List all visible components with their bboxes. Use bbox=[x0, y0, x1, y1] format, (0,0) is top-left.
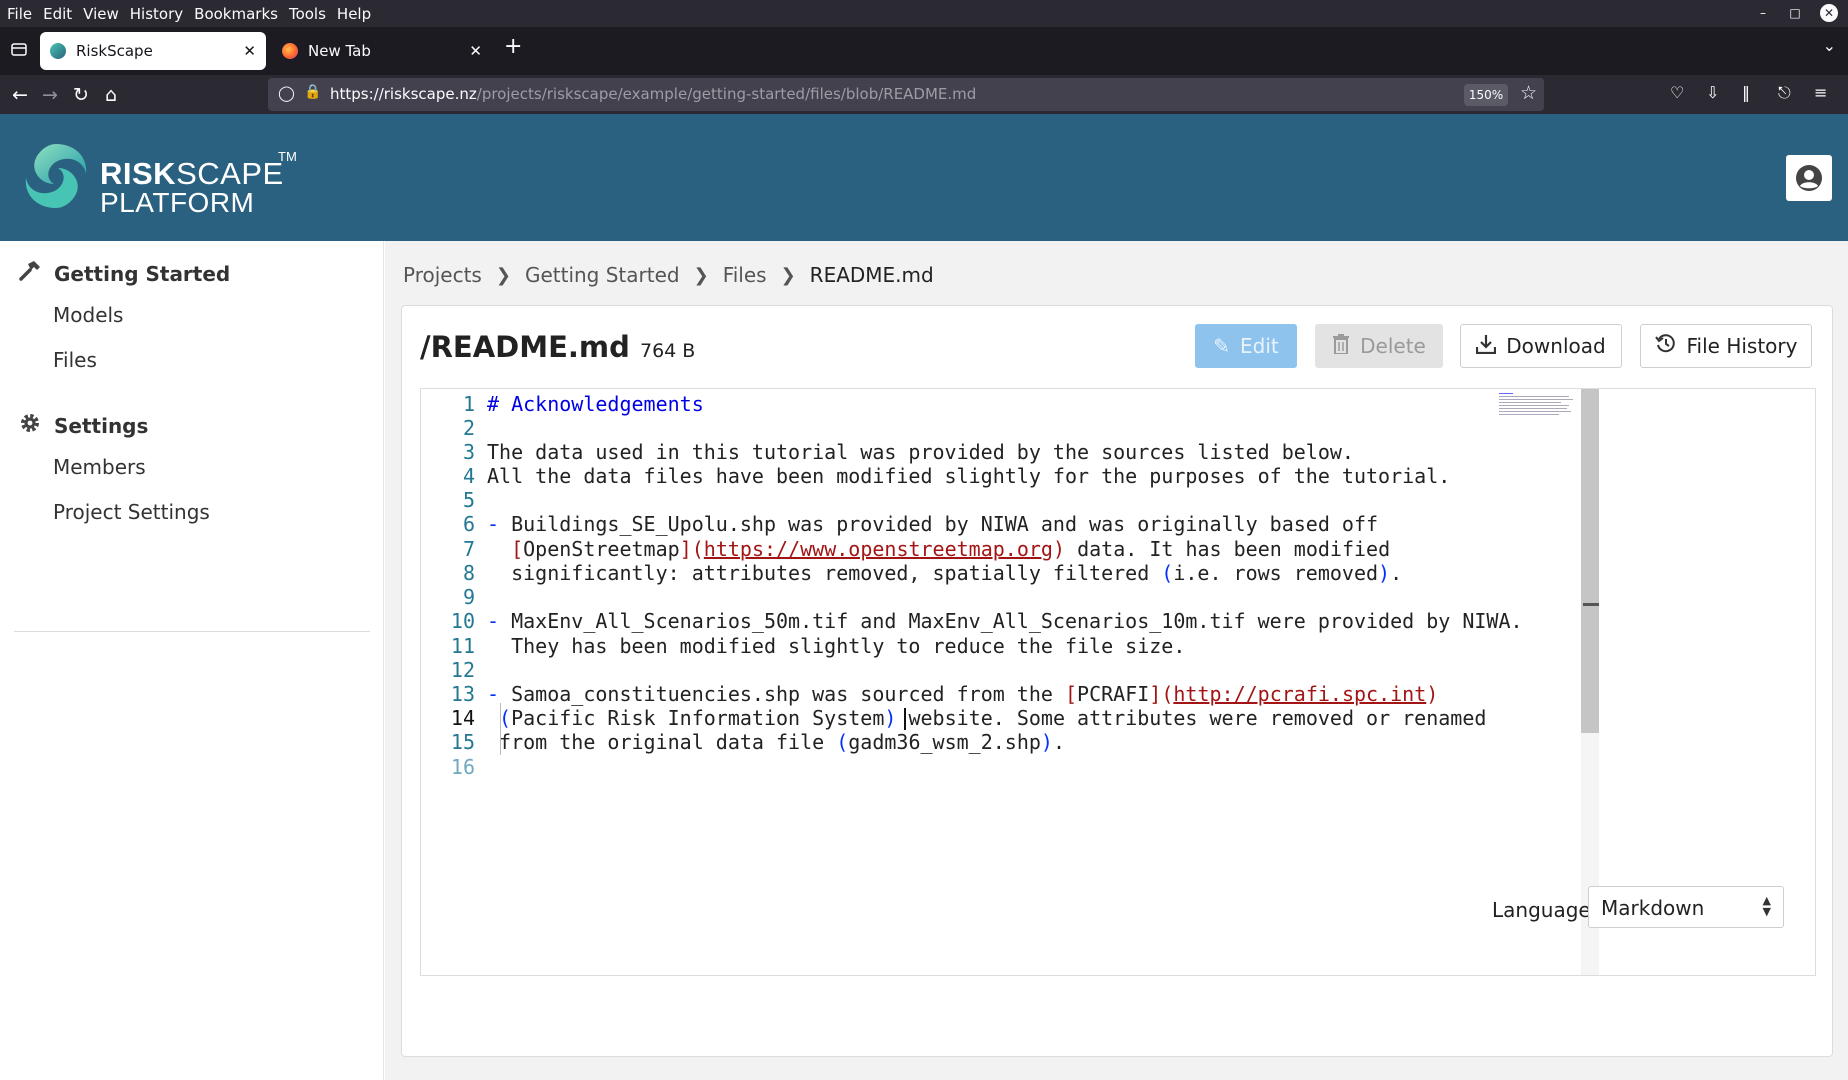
app-menu-icon[interactable]: ≡ bbox=[1814, 83, 1827, 102]
chevron-right-icon: ❯ bbox=[693, 264, 709, 286]
browser-navbar: ← → ↻ ⌂ ◯ 🔒 https://riskscape.nz/project… bbox=[0, 75, 1848, 114]
tab-new-tab[interactable]: New Tab ✕ bbox=[272, 32, 492, 70]
url-text[interactable]: https://riskscape.nz/projects/riskscape/… bbox=[330, 85, 976, 103]
hammer-icon bbox=[18, 259, 44, 289]
file-history-button[interactable]: File History bbox=[1640, 324, 1812, 368]
pencil-icon: ✎ bbox=[1213, 334, 1231, 358]
forward-icon[interactable]: → bbox=[38, 83, 62, 107]
delete-button[interactable]: Delete bbox=[1315, 324, 1443, 368]
extensions-icon[interactable]: ⎋ bbox=[1778, 83, 1791, 103]
file-panel: /README.md 764 B ✎ Edit Delete Download F… bbox=[401, 305, 1833, 1057]
restore-icon[interactable]: □ bbox=[1788, 6, 1802, 20]
tab-list-icon[interactable] bbox=[10, 40, 30, 60]
breadcrumb-files[interactable]: Files bbox=[723, 263, 767, 287]
firefox-favicon-icon bbox=[282, 43, 298, 59]
breadcrumb: Projects ❯ Getting Started ❯ Files ❯ REA… bbox=[403, 263, 934, 287]
riskscape-logo-icon[interactable] bbox=[20, 140, 92, 212]
home-icon[interactable]: ⌂ bbox=[99, 83, 123, 107]
breadcrumb-getting-started[interactable]: Getting Started bbox=[525, 263, 680, 287]
shield-icon[interactable]: ◯ bbox=[278, 84, 295, 102]
editor-minimap[interactable] bbox=[1499, 391, 1575, 417]
menu-tools[interactable]: Tools bbox=[285, 5, 330, 23]
sidebar-item-project-settings[interactable]: Project Settings bbox=[53, 500, 210, 524]
menu-help[interactable]: Help bbox=[333, 5, 375, 23]
edit-button[interactable]: ✎ Edit bbox=[1195, 324, 1297, 368]
menu-edit[interactable]: Edit bbox=[39, 5, 76, 23]
downloads-icon[interactable]: ⇩ bbox=[1706, 83, 1719, 102]
sidebar-item-files[interactable]: Files bbox=[53, 348, 97, 372]
user-account-button[interactable] bbox=[1786, 155, 1832, 201]
menu-view[interactable]: View bbox=[79, 5, 123, 23]
window-controls: – □ ✕ bbox=[1756, 4, 1838, 22]
tab-close-icon[interactable]: ✕ bbox=[243, 42, 256, 60]
lock-icon[interactable]: 🔒 bbox=[304, 84, 321, 100]
library-icon[interactable]: ‖ bbox=[1742, 83, 1750, 102]
file-size: 764 B bbox=[640, 340, 696, 362]
scrollbar-cursor-marker bbox=[1583, 603, 1599, 606]
riskscape-favicon-icon bbox=[50, 43, 66, 59]
file-path-title: /README.md bbox=[420, 330, 630, 364]
history-icon bbox=[1654, 333, 1677, 360]
sidebar-divider bbox=[14, 631, 370, 632]
chevron-right-icon: ❯ bbox=[780, 264, 796, 286]
main-content: Projects ❯ Getting Started ❯ Files ❯ REA… bbox=[385, 241, 1848, 1080]
indent-guide bbox=[500, 703, 501, 755]
brand-wordmark: RISKSCAPE PLATFORM TM bbox=[100, 149, 297, 218]
pocket-icon[interactable]: ♡ bbox=[1670, 83, 1684, 102]
sidebar: Getting Started Models Files Settings Me… bbox=[0, 241, 384, 1080]
gear-icon bbox=[18, 411, 44, 441]
tab-title: RiskScape bbox=[76, 42, 153, 60]
tab-strip: RiskScape ✕ New Tab ✕ bbox=[0, 27, 1848, 75]
breadcrumb-projects[interactable]: Projects bbox=[403, 263, 482, 287]
new-tab-icon[interactable]: + bbox=[504, 34, 522, 59]
menu-bookmarks[interactable]: Bookmarks bbox=[190, 5, 282, 23]
sidebar-item-models[interactable]: Models bbox=[53, 303, 123, 327]
window-close-icon[interactable]: ✕ bbox=[1820, 4, 1838, 22]
sidebar-item-members[interactable]: Members bbox=[53, 455, 146, 479]
sidebar-section-settings[interactable]: Settings bbox=[18, 411, 148, 441]
chevron-down-icon[interactable]: ⌄ bbox=[1823, 36, 1836, 55]
minimize-icon[interactable]: – bbox=[1756, 6, 1770, 20]
language-label: Language bbox=[1492, 898, 1591, 922]
sidebar-section-getting-started[interactable]: Getting Started bbox=[18, 259, 230, 289]
trademark: TM bbox=[278, 149, 297, 164]
menu-history[interactable]: History bbox=[126, 5, 187, 23]
tab-title: New Tab bbox=[308, 42, 371, 60]
back-icon[interactable]: ← bbox=[8, 83, 32, 107]
language-select[interactable]: Markdown ▲ ▼ bbox=[1588, 886, 1784, 928]
breadcrumb-current: README.md bbox=[809, 263, 934, 287]
select-arrows-icon: ▲ ▼ bbox=[1762, 894, 1771, 918]
reload-icon[interactable]: ↻ bbox=[69, 83, 93, 107]
scrollbar-thumb[interactable] bbox=[1581, 389, 1599, 733]
app-header: RISKSCAPE PLATFORM TM bbox=[0, 114, 1848, 241]
menu-file[interactable]: File bbox=[3, 5, 36, 23]
url-bar[interactable]: ◯ 🔒 https://riskscape.nz/projects/risksc… bbox=[268, 78, 1544, 111]
trash-icon bbox=[1332, 333, 1350, 359]
user-icon bbox=[1796, 165, 1822, 191]
chevron-right-icon: ❯ bbox=[495, 264, 511, 286]
download-icon bbox=[1476, 334, 1497, 359]
tab-riskscape[interactable]: RiskScape ✕ bbox=[40, 32, 266, 70]
tab-close-icon[interactable]: ✕ bbox=[469, 42, 482, 60]
text-cursor bbox=[904, 708, 906, 730]
download-button[interactable]: Download bbox=[1460, 324, 1622, 368]
browser-menubar: File Edit View History Bookmarks Tools H… bbox=[0, 0, 1848, 27]
zoom-level[interactable]: 150% bbox=[1464, 84, 1508, 106]
bookmark-star-icon[interactable]: ☆ bbox=[1520, 82, 1537, 104]
